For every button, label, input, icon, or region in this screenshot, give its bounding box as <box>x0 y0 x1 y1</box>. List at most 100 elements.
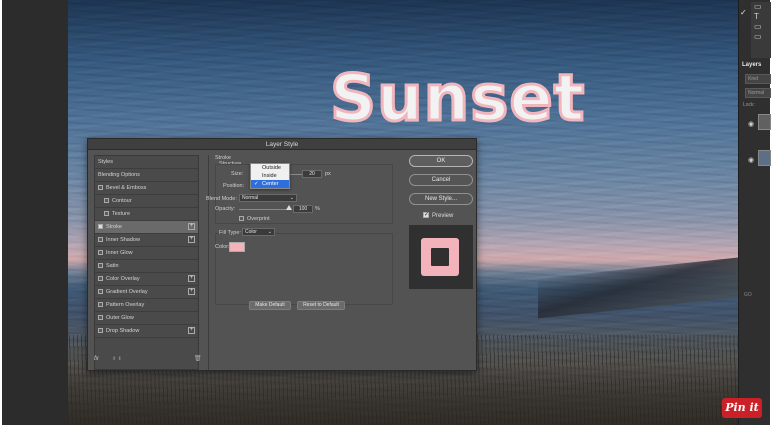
checkmark-icon: ✓ <box>254 181 259 187</box>
overprint-checkbox[interactable] <box>239 216 244 221</box>
style-item[interactable]: Inner Shadow + <box>95 234 198 247</box>
checkmark-icon: ✓ <box>740 8 747 17</box>
layer-blend-mode[interactable]: Normal <box>745 88 771 98</box>
add-style-icon[interactable]: + <box>188 288 195 295</box>
size-input[interactable]: 20 <box>302 170 322 178</box>
add-style-icon[interactable]: + <box>188 327 195 334</box>
layers-tab[interactable]: Layers <box>742 62 761 68</box>
overprint-row[interactable]: Overprint <box>239 216 270 222</box>
preview-label: Preview <box>432 213 454 219</box>
style-checkbox[interactable] <box>98 289 103 294</box>
style-item-label: Satin <box>106 263 119 269</box>
style-item[interactable]: Bevel & Emboss <box>95 182 198 195</box>
fx-icon[interactable]: fx <box>94 356 99 362</box>
panel-footer-label: GO <box>744 292 752 298</box>
style-item[interactable]: Styles <box>95 156 198 169</box>
checkmark-icon: ✓ <box>424 212 430 218</box>
cancel-button[interactable]: Cancel <box>409 174 473 186</box>
position-option-label: Inside <box>262 173 277 179</box>
preview-stroke-shape <box>421 238 459 276</box>
eye-icon[interactable]: ◉ <box>748 156 754 164</box>
size-label: Size: <box>231 171 244 177</box>
size-unit: px <box>325 171 331 177</box>
sunset-text-layer[interactable]: Sunset <box>328 61 585 138</box>
image-layer-thumbnail[interactable] <box>758 150 771 166</box>
style-item-label: Contour <box>112 198 132 204</box>
position-option[interactable]: Inside <box>251 172 289 180</box>
style-checkbox[interactable] <box>104 198 109 203</box>
style-item[interactable]: Color Overlay + <box>95 273 198 286</box>
fill-type-select[interactable]: Color ⌄ <box>242 228 275 236</box>
reset-to-default-button[interactable]: Reset to Default <box>297 301 345 310</box>
styles-list: Styles Blending Options Bevel & Emboss Cont… <box>94 155 199 370</box>
style-checkbox[interactable] <box>98 237 103 242</box>
preview-toggle[interactable]: ✓ Preview <box>423 212 453 219</box>
style-item-label: Color Overlay <box>106 276 140 282</box>
type-tool-icon[interactable]: T <box>751 12 771 22</box>
opacity-slider[interactable] <box>239 209 289 210</box>
layer-kind-filter[interactable]: Kind <box>745 74 771 84</box>
add-style-icon[interactable]: + <box>188 223 195 230</box>
style-checkbox[interactable] <box>98 263 103 268</box>
lock-label: Lock: <box>743 102 755 108</box>
new-style-button[interactable]: New Style... <box>409 193 473 205</box>
style-checkbox[interactable] <box>104 211 109 216</box>
style-checkbox[interactable] <box>98 250 103 255</box>
style-item-label: Stroke <box>106 224 122 230</box>
eye-icon[interactable]: ◉ <box>748 120 754 128</box>
ok-button[interactable]: OK <box>409 155 473 167</box>
make-default-button[interactable]: Make Default <box>249 301 291 310</box>
chevron-down-icon: ⌄ <box>289 195 294 201</box>
style-item-label: Outer Glow <box>106 315 134 321</box>
stroke-settings: Stroke Structure Size: 20 px Position: B… <box>206 155 394 370</box>
move-up-down-icon[interactable]: ⬆ ⬇ <box>112 356 122 362</box>
add-style-icon[interactable]: + <box>188 236 195 243</box>
style-item-label: Bevel & Emboss <box>106 185 147 191</box>
stroke-color-swatch[interactable] <box>229 242 245 252</box>
position-option-label: Center <box>262 181 279 187</box>
style-item-label: Drop Shadow <box>106 328 140 334</box>
style-item[interactable]: Texture <box>95 208 198 221</box>
screen: Sunset ✓ ▭ T ▭ ▭ Layers Kind Normal Lock… <box>0 0 773 428</box>
position-option-label: Outside <box>262 165 281 171</box>
style-item[interactable]: Outer Glow <box>95 312 198 325</box>
opacity-unit: % <box>315 206 320 212</box>
size-slider[interactable] <box>289 174 303 175</box>
style-item[interactable]: Contour <box>95 195 198 208</box>
opacity-slider-thumb[interactable] <box>286 205 292 210</box>
preview-checkbox[interactable]: ✓ <box>423 212 429 218</box>
style-item-label: Inner Shadow <box>106 237 140 243</box>
position-label: Position: <box>223 183 245 189</box>
opacity-input[interactable]: 100 <box>293 205 313 213</box>
style-checkbox[interactable] <box>98 224 103 229</box>
style-item[interactable]: Gradient Overlay + <box>95 286 198 299</box>
add-style-icon[interactable]: + <box>188 275 195 282</box>
style-item[interactable]: Satin <box>95 260 198 273</box>
style-checkbox[interactable] <box>98 185 103 190</box>
pinterest-pin-button[interactable]: Pin it <box>722 398 762 418</box>
panel-tool-icon[interactable]: ▭ <box>751 2 771 12</box>
chevron-down-icon: ⌄ <box>267 229 272 235</box>
trash-icon[interactable]: 🗑 <box>194 355 202 362</box>
style-item[interactable]: Drop Shadow + <box>95 325 198 338</box>
position-option[interactable]: ✓ Center <box>251 180 289 188</box>
panel-tool-icon[interactable]: ▭ <box>751 32 771 42</box>
right-panels: ✓ ▭ T ▭ ▭ Layers Kind Normal Lock: ◉ ◉ G… <box>738 0 771 425</box>
style-checkbox[interactable] <box>98 315 103 320</box>
style-item[interactable]: Pattern Overlay <box>95 299 198 312</box>
overprint-label: Overprint <box>247 216 270 222</box>
style-item-label: Styles <box>98 159 113 165</box>
panel-tool-icon[interactable]: ▭ <box>751 22 771 32</box>
position-option[interactable]: Outside <box>251 164 289 172</box>
style-item[interactable]: Inner Glow <box>95 247 198 260</box>
style-item-label: Gradient Overlay <box>106 289 148 295</box>
style-item[interactable]: Blending Options <box>95 169 198 182</box>
text-layer-thumbnail[interactable] <box>758 114 771 130</box>
style-checkbox[interactable] <box>98 302 103 307</box>
blend-mode-select[interactable]: Normal ⌄ <box>239 194 297 202</box>
style-checkbox[interactable] <box>98 276 103 281</box>
opacity-label: Opacity: <box>215 206 236 212</box>
position-dropdown-menu[interactable]: Outside Inside ✓ Center <box>250 163 290 189</box>
style-checkbox[interactable] <box>98 328 103 333</box>
style-item[interactable]: Stroke + <box>95 221 198 234</box>
